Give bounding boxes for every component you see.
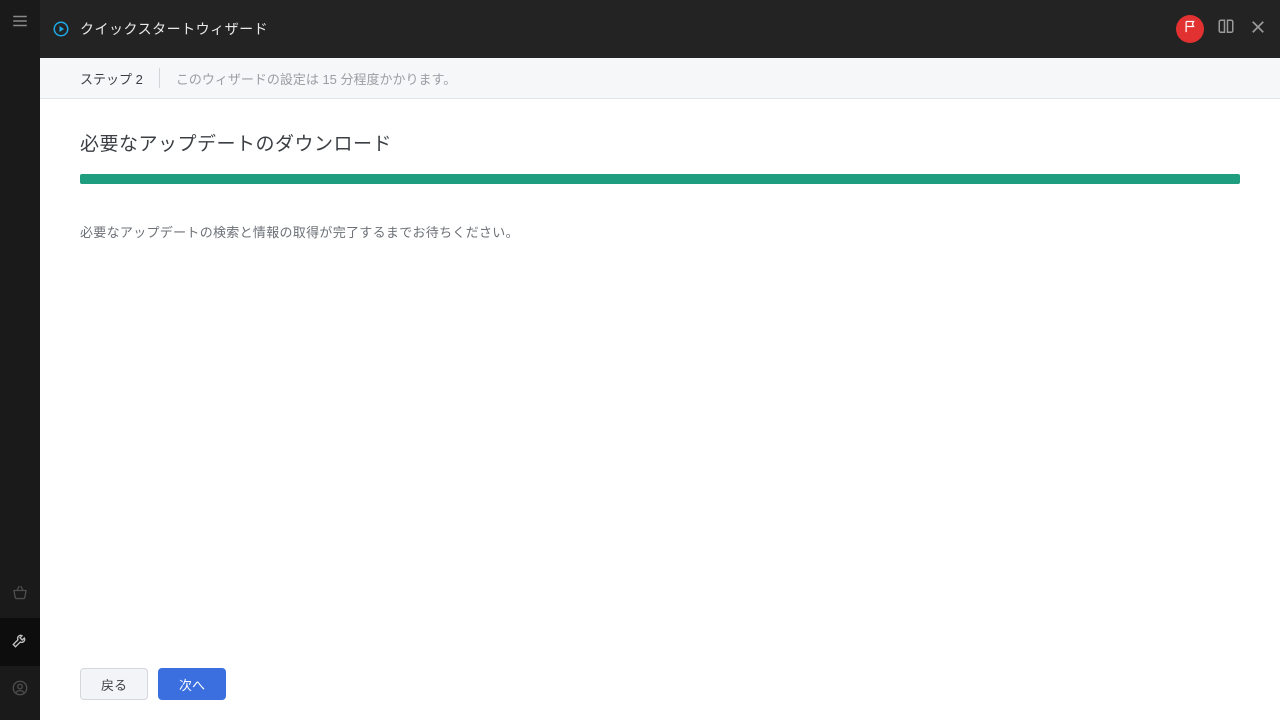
user-circle-icon [11, 679, 29, 702]
topbar: クイックスタートウィザード [40, 0, 1280, 58]
book-icon [1217, 18, 1235, 41]
subheader: ステップ 2 このウィザードの設定は 15 分程度かかります。 [40, 58, 1280, 99]
topbar-actions [1176, 15, 1268, 43]
topbar-title-wrap: クイックスタートウィザード [52, 19, 268, 39]
menu-button[interactable] [0, 0, 40, 46]
sidebar-item-store[interactable] [0, 570, 40, 618]
progress-bar [80, 174, 1240, 184]
subheader-divider [159, 68, 160, 88]
content-heading: 必要なアップデートのダウンロード [80, 129, 1240, 156]
next-button[interactable]: 次へ [158, 668, 226, 700]
footer: 戻る 次へ [40, 648, 1280, 720]
close-icon [1249, 18, 1267, 41]
main-panel: クイックスタートウィザード [40, 0, 1280, 720]
app-logo-icon [52, 20, 70, 38]
sidebar-top [0, 0, 40, 46]
wrench-icon [11, 631, 29, 654]
content: 必要なアップデートのダウンロード 必要なアップデートの検索と情報の取得が完了する… [40, 99, 1280, 648]
basket-icon [11, 583, 29, 606]
sidebar-item-tools[interactable] [0, 618, 40, 666]
flag-button[interactable] [1176, 15, 1204, 43]
bookmark-button[interactable] [1216, 19, 1236, 39]
back-button[interactable]: 戻る [80, 668, 148, 700]
flag-icon [1183, 19, 1198, 39]
sidebar [0, 0, 40, 720]
step-description: このウィザードの設定は 15 分程度かかります。 [176, 69, 456, 88]
content-body-text: 必要なアップデートの検索と情報の取得が完了するまでお待ちください。 [80, 222, 1240, 241]
step-label: ステップ 2 [80, 69, 143, 88]
page-title: クイックスタートウィザード [80, 19, 268, 39]
sidebar-item-account[interactable] [0, 666, 40, 714]
hamburger-icon [11, 12, 29, 35]
sidebar-bottom [0, 570, 40, 720]
close-button[interactable] [1248, 19, 1268, 39]
